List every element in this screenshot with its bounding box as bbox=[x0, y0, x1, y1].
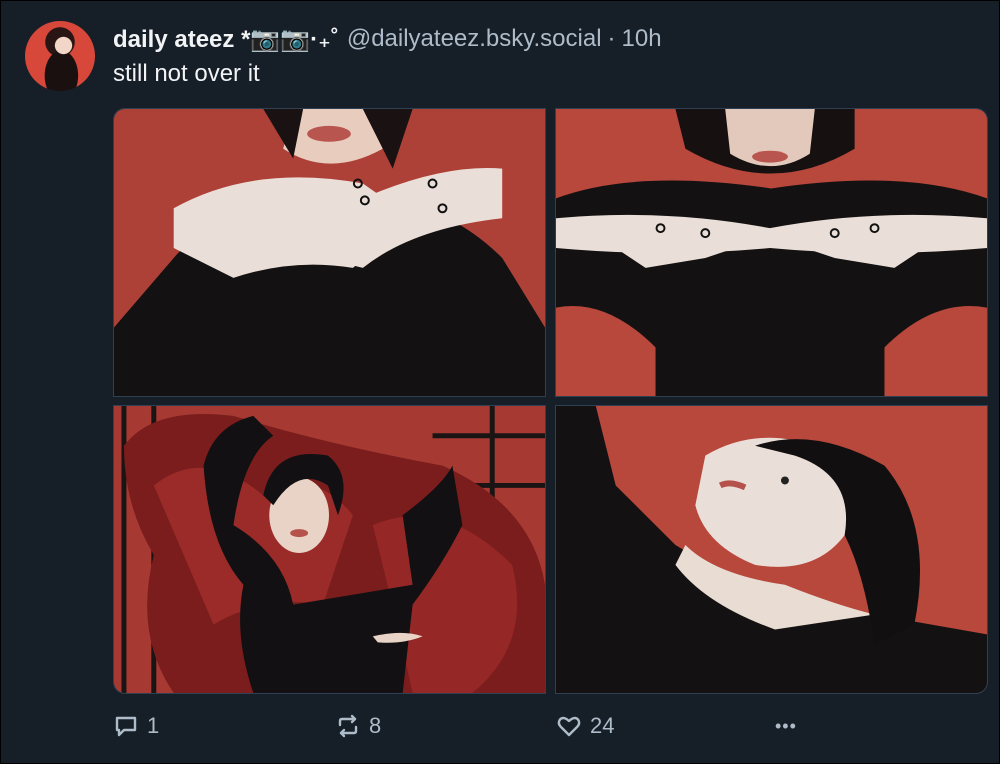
heart-icon bbox=[557, 716, 581, 737]
avatar[interactable] bbox=[25, 21, 95, 91]
post-actions: 1 8 24 ••• bbox=[113, 708, 813, 744]
reply-button[interactable]: 1 bbox=[113, 708, 159, 744]
image-grid bbox=[113, 108, 989, 694]
repost-count: 8 bbox=[369, 713, 382, 738]
photo-3[interactable] bbox=[113, 405, 546, 694]
timestamp[interactable]: 10h bbox=[622, 25, 662, 53]
post-header: daily ateez *📷📷·₊˚ @dailyateez.bsky.soci… bbox=[113, 24, 662, 54]
photo-4[interactable] bbox=[555, 405, 988, 694]
handle[interactable]: @dailyateez.bsky.social bbox=[347, 25, 602, 53]
repost-button[interactable]: 8 bbox=[335, 708, 381, 744]
photo-1[interactable] bbox=[113, 108, 546, 397]
like-count: 24 bbox=[590, 713, 615, 738]
reply-count: 1 bbox=[147, 713, 160, 738]
more-options-button[interactable]: ••• bbox=[775, 708, 797, 744]
like-button[interactable]: 24 bbox=[556, 708, 614, 744]
photo-2[interactable] bbox=[555, 108, 988, 397]
separator: · bbox=[607, 25, 616, 52]
post-text: still not over it bbox=[113, 60, 260, 87]
display-name[interactable]: daily ateez *📷📷·₊˚ bbox=[113, 25, 339, 54]
speech-bubble-icon bbox=[115, 716, 137, 737]
repost-arrows-icon bbox=[338, 714, 358, 738]
ellipsis-icon: ••• bbox=[775, 715, 797, 736]
